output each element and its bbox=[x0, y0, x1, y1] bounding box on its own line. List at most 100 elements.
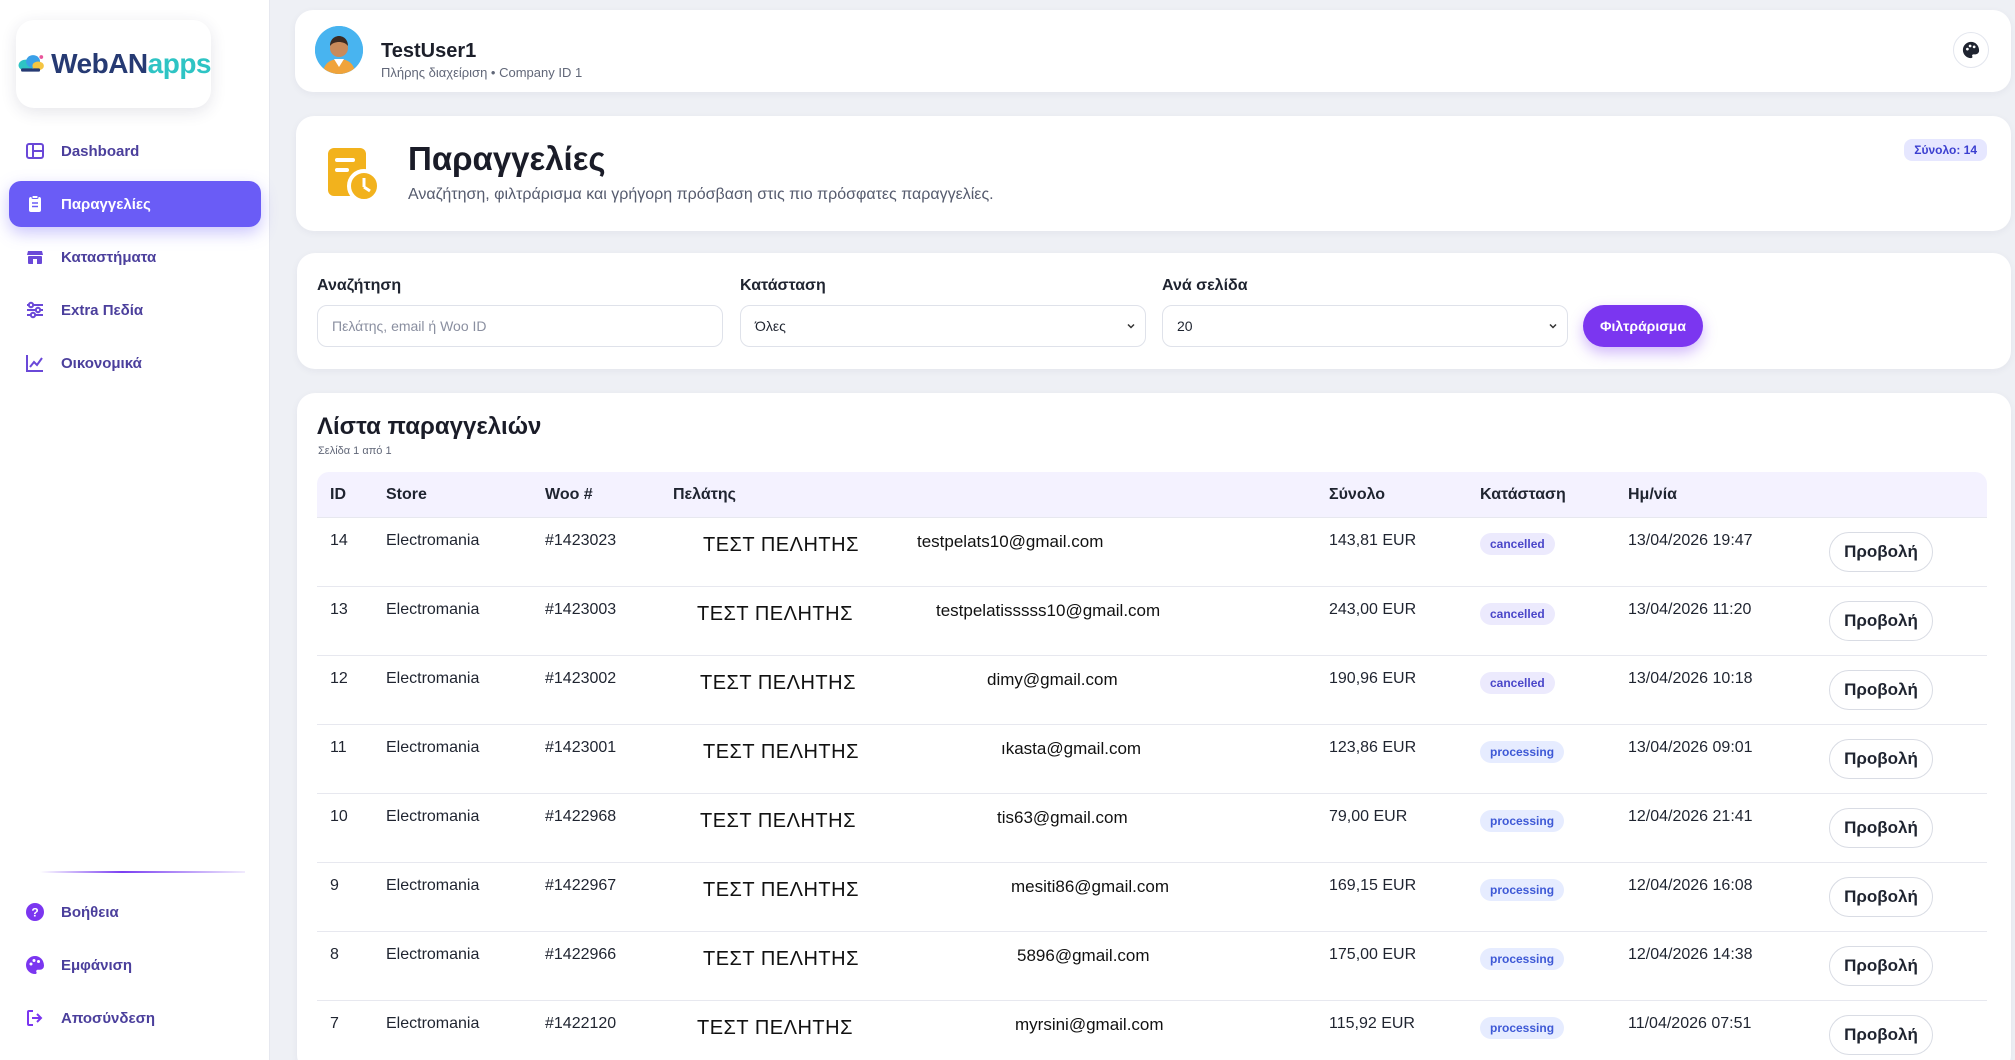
theme-button[interactable] bbox=[1953, 32, 1989, 68]
sidebar-nav: Dashboard Παραγγελίες Καταστήματα Extra … bbox=[0, 128, 270, 393]
store-icon bbox=[27, 251, 43, 264]
cell-id: 14 bbox=[330, 532, 348, 549]
table-row[interactable]: 7 Electromania #1422120 ΤΕΣΤ ΠΕΛΗΤΗΣ myrsini… bbox=[317, 1001, 1987, 1060]
sidebar-item-label: Καταστήματα bbox=[61, 248, 157, 266]
view-order-button[interactable]: Προβολή bbox=[1829, 946, 1933, 986]
cell-total: 115,92 EUR bbox=[1329, 1015, 1415, 1032]
palette-icon bbox=[1962, 41, 1980, 59]
col-status[interactable]: Κατάσταση bbox=[1480, 486, 1566, 504]
total-badge: Σύνολο: 14 bbox=[1904, 139, 1987, 161]
sidebar-item-label: Dashboard bbox=[61, 142, 140, 160]
cell-store: Electromania bbox=[386, 877, 480, 894]
sidebar-item-help[interactable]: ? Βοήθεια bbox=[9, 889, 261, 935]
sidebar-item-label: Εμφάνιση bbox=[61, 956, 133, 974]
cell-woo: #1422966 bbox=[545, 946, 617, 963]
user-name: TestUser1 bbox=[381, 40, 477, 62]
sidebar-item-orders[interactable]: Παραγγελίες bbox=[9, 181, 261, 227]
cell-customer-name: ΤΕΣΤ ΠΕΛΗΤΗΣ bbox=[697, 603, 853, 625]
logo[interactable]: WebANapps bbox=[16, 20, 212, 108]
col-id[interactable]: ID bbox=[330, 486, 346, 504]
cell-id: 12 bbox=[330, 670, 348, 687]
status-badge: processing bbox=[1480, 879, 1565, 901]
table-row[interactable]: 11 Electromania #1423001 ΤΕΣΤ ΠΕΛΗΤΗΣ ıkasta… bbox=[317, 725, 1987, 794]
cell-total: 143,81 EUR bbox=[1329, 532, 1417, 549]
view-order-button[interactable]: Προβολή bbox=[1829, 601, 1933, 641]
cell-date: 12/04/2026 16:08 bbox=[1628, 877, 1753, 894]
dashboard-icon bbox=[26, 143, 44, 159]
cell-customer-email: tis63@gmail.com bbox=[997, 808, 1128, 827]
table-row[interactable]: 8 Electromania #1422966 ΤΕΣΤ ΠΕΛΗΤΗΣ 5896@gm… bbox=[317, 932, 1987, 1001]
cell-customer-email: testpelats10@gmail.com bbox=[917, 532, 1104, 551]
cell-id: 13 bbox=[330, 601, 348, 618]
status-badge: processing bbox=[1480, 741, 1565, 763]
chevron-down-icon bbox=[1549, 323, 1557, 329]
status-label: Κατάσταση bbox=[740, 277, 826, 294]
cell-customer-name: ΤΕΣΤ ΠΕΛΗΤΗΣ bbox=[703, 534, 859, 556]
col-date[interactable]: Ημ/νία bbox=[1628, 486, 1677, 504]
sidebar-item-extra-fields[interactable]: Extra Πεδία bbox=[9, 287, 261, 333]
user-avatar-icon bbox=[315, 26, 363, 74]
page-header: Παραγγελίες Αναζήτηση, φιλτράρισμα και γ… bbox=[296, 116, 2011, 231]
col-woo[interactable]: Woo # bbox=[545, 486, 593, 504]
cell-date: 12/04/2026 14:38 bbox=[1628, 946, 1753, 963]
chevron-down-icon bbox=[1127, 323, 1135, 329]
cell-customer-email: 5896@gmail.com bbox=[1017, 946, 1150, 965]
cell-store: Electromania bbox=[386, 670, 480, 687]
filters-panel: Αναζήτηση Πελάτης, email ή Woo ID Κατάστ… bbox=[297, 253, 2011, 369]
sidebar: WebANapps Dashboard Παραγγελίες Καταστήμ… bbox=[0, 0, 270, 1060]
cell-customer-email: dimy@gmail.com bbox=[987, 670, 1118, 689]
orders-list-panel: Λίστα παραγγελιών Σελίδα 1 από 1 ID Stor… bbox=[297, 393, 2011, 1060]
view-order-button[interactable]: Προβολή bbox=[1829, 877, 1933, 917]
cell-customer-email: testpelatisssss10@gmail.com bbox=[936, 601, 1161, 620]
sidebar-item-finance[interactable]: Οικονομικά bbox=[9, 340, 261, 386]
view-order-button[interactable]: Προβολή bbox=[1829, 1015, 1933, 1055]
sidebar-item-logout[interactable]: Αποσύνδεση bbox=[9, 995, 261, 1041]
cell-woo: #1423003 bbox=[545, 601, 617, 618]
cell-store: Electromania bbox=[386, 1015, 480, 1032]
per-page-label: Ανά σελίδα bbox=[1162, 277, 1248, 294]
cell-customer-name: ΤΕΣΤ ΠΕΛΗΤΗΣ bbox=[703, 741, 859, 763]
per-page-select[interactable]: 20 bbox=[1162, 305, 1568, 347]
status-badge: cancelled bbox=[1480, 672, 1555, 694]
sidebar-item-dashboard[interactable]: Dashboard bbox=[9, 128, 261, 174]
cell-date: 13/04/2026 10:18 bbox=[1628, 670, 1753, 687]
col-customer[interactable]: Πελάτης bbox=[673, 486, 736, 504]
col-total[interactable]: Σύνολο bbox=[1329, 486, 1385, 504]
search-input[interactable]: Πελάτης, email ή Woo ID bbox=[317, 305, 723, 347]
status-select-value: Όλες bbox=[755, 318, 786, 334]
cell-total: 190,96 EUR bbox=[1329, 670, 1417, 687]
table-row[interactable]: 10 Electromania #1422968 ΤΕΣΤ ΠΕΛΗΤΗΣ tis63@… bbox=[317, 794, 1987, 863]
status-badge: processing bbox=[1480, 810, 1565, 832]
cell-woo: #1423001 bbox=[545, 739, 617, 756]
view-order-button[interactable]: Προβολή bbox=[1829, 532, 1933, 572]
cell-woo: #1423023 bbox=[545, 532, 617, 549]
cell-customer-email: myrsini@gmail.com bbox=[1015, 1015, 1164, 1034]
avatar[interactable] bbox=[315, 26, 363, 74]
table-row[interactable]: 14 Electromania #1423023 ΤΕΣΤ ΠΕΛΗΤΗΣ testpe… bbox=[317, 518, 1987, 587]
cell-store: Electromania bbox=[386, 808, 480, 825]
cell-customer-name: ΤΕΣΤ ΠΕΛΗΤΗΣ bbox=[697, 1017, 853, 1039]
table-row[interactable]: 9 Electromania #1422967 ΤΕΣΤ ΠΕΛΗΤΗΣ mesiti8… bbox=[317, 863, 1987, 932]
table-row[interactable]: 12 Electromania #1423002 ΤΕΣΤ ΠΕΛΗΤΗΣ dimy@g… bbox=[317, 656, 1987, 725]
sidebar-item-label: Extra Πεδία bbox=[61, 301, 144, 319]
status-badge: cancelled bbox=[1480, 533, 1555, 555]
sidebar-item-appearance[interactable]: Εμφάνιση bbox=[9, 942, 261, 988]
sidebar-item-stores[interactable]: Καταστήματα bbox=[9, 234, 261, 280]
table-row[interactable]: 13 Electromania #1423003 ΤΕΣΤ ΠΕΛΗΤΗΣ testpe… bbox=[317, 587, 1987, 656]
col-store[interactable]: Store bbox=[386, 486, 427, 504]
cell-woo: #1423002 bbox=[545, 670, 617, 687]
page-title: Παραγγελίες bbox=[408, 140, 606, 177]
view-order-button[interactable]: Προβολή bbox=[1829, 808, 1933, 848]
sidebar-bottom-nav: ? Βοήθεια Εμφάνιση Αποσύνδεση bbox=[0, 889, 270, 1048]
view-order-button[interactable]: Προβολή bbox=[1829, 739, 1933, 779]
user-subtitle: Πλήρης διαχείριση • Company ID 1 bbox=[381, 65, 583, 80]
view-order-button[interactable]: Προβολή bbox=[1829, 670, 1933, 710]
list-title: Λίστα παραγγελιών bbox=[317, 413, 542, 440]
sidebar-item-label: Αποσύνδεση bbox=[61, 1009, 156, 1027]
user-header: TestUser1 Πλήρης διαχείριση • Company ID… bbox=[295, 10, 2011, 92]
cell-woo: #1422967 bbox=[545, 877, 617, 894]
page-subtitle: Αναζήτηση, φιλτράρισμα και γρήγορη πρόσβ… bbox=[408, 186, 994, 203]
filter-button[interactable]: Φιλτράρισμα bbox=[1583, 305, 1703, 347]
status-select[interactable]: Όλες bbox=[740, 305, 1146, 347]
per-page-select-value: 20 bbox=[1177, 318, 1193, 334]
